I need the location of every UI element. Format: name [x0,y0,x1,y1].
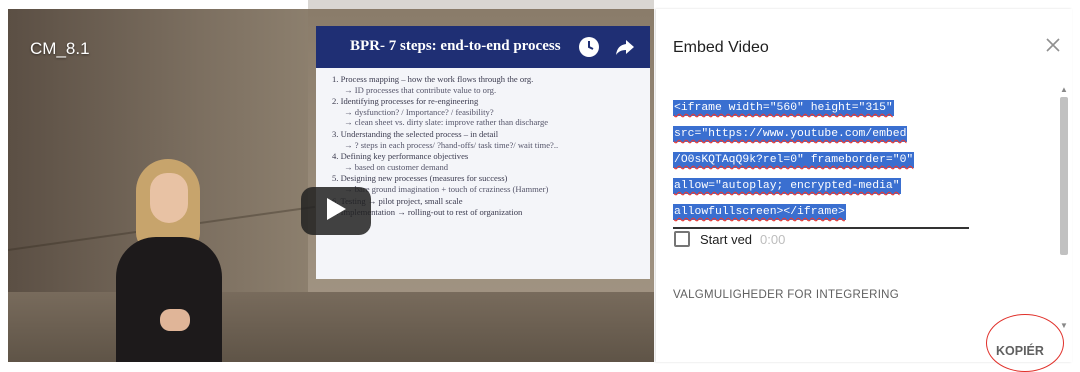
slide-item: 6. Testing → pilot project, small scale [332,195,463,206]
slide-title: BPR- 7 steps: end-to-end process [350,38,561,54]
presentation-slide: BPR- 7 steps: end-to-end process 1. Proc… [316,26,650,279]
slide-item: 7. Implementation → rolling-out to rest … [332,207,523,218]
slide-item: 2. Identifying processes for re-engineer… [332,96,549,128]
share-arrow-icon[interactable] [614,36,636,58]
play-button[interactable] [301,187,371,235]
slide-item: 4. Defining key performance objectives → … [332,151,469,172]
floor [8,292,654,362]
embed-code-line: <iframe width="560" height="315" [673,100,894,116]
start-at-row: Start ved 0:00 [674,231,785,247]
embed-options-toggle[interactable]: VALGMULIGHEDER FOR INTEGRERING [673,289,899,301]
play-icon [325,197,347,226]
scrollbar-thumb[interactable] [1060,97,1068,255]
clock-icon[interactable] [578,36,600,58]
annotation-circle [986,314,1064,372]
video-player[interactable]: CM_8.1 BPR- 7 steps: end-to-end process … [8,9,654,362]
embed-code-textarea[interactable]: <iframe width="560" height="315" src="ht… [673,95,969,229]
slide-item: 3. Understanding the selected process – … [332,128,559,150]
start-time-input[interactable]: 0:00 [760,232,785,247]
presenter [108,159,228,362]
start-at-checkbox[interactable] [674,231,690,247]
embed-code-line: allowfullscreen></iframe> [673,204,846,220]
close-button[interactable] [1043,37,1063,57]
start-at-label[interactable]: Start ved [700,232,752,247]
slide-item: 1. Process mapping – how the work flows … [332,74,534,95]
embed-code-line: /O0sKQTAqQ9k?rel=0" frameborder="0" [673,152,915,168]
embed-video-panel: Embed Video <iframe width="560" height="… [656,9,1072,362]
scroll-down-arrow-icon[interactable]: ▼ [1060,321,1068,330]
close-icon [1046,37,1060,57]
scroll-up-arrow-icon[interactable]: ▲ [1060,85,1068,94]
slide-item: 5. Designing new processes (measures for… [332,173,549,194]
panel-title: Embed Video [673,39,769,56]
video-title[interactable]: CM_8.1 [30,39,90,59]
slide-header: BPR- 7 steps: end-to-end process [316,26,650,68]
embed-code-line: allow="autoplay; encrypted-media" [673,178,901,194]
background-strip [308,0,654,9]
embed-code-line: src="https://www.youtube.com/embed [673,126,908,142]
scrollbar[interactable]: ▲ ▼ [1058,85,1070,335]
